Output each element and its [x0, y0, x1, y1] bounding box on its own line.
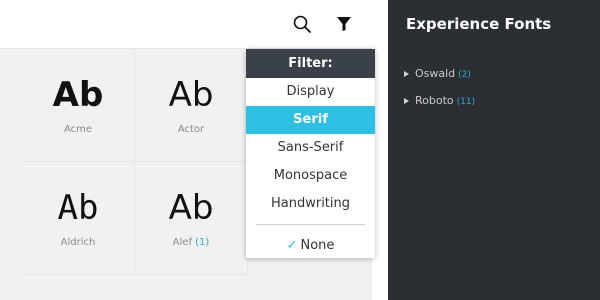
sidebar: Experience Fonts Oswald (2) Roboto (11)	[388, 0, 600, 300]
font-count: (11)	[456, 97, 476, 107]
filter-option-sans-serif[interactable]: Sans-Serif	[246, 134, 375, 162]
filter-option-display[interactable]: Display	[246, 78, 375, 106]
divider	[256, 224, 365, 225]
filter-icon[interactable]	[334, 14, 354, 34]
filter-option-serif[interactable]: Serif	[246, 106, 375, 134]
font-tile[interactable]: Ab Alef (1)	[135, 162, 248, 275]
filter-option-handwriting[interactable]: Handwriting	[246, 190, 375, 218]
sidebar-item-roboto[interactable]: Roboto (11)	[404, 94, 475, 107]
font-sample: Ab	[168, 188, 214, 228]
caret-right-icon	[404, 71, 409, 77]
font-count: (1)	[195, 237, 210, 248]
sidebar-title: Experience Fonts	[406, 15, 552, 33]
font-count: (2)	[458, 70, 471, 80]
font-tile[interactable]: Ab Actor	[135, 49, 248, 162]
font-name: Aldrich	[60, 237, 96, 248]
search-icon[interactable]	[292, 14, 312, 34]
font-sample: Ab	[57, 188, 99, 228]
filter-option-none[interactable]: ✓ None	[246, 233, 375, 259]
font-tile[interactable]: Ab Aldrich	[22, 162, 135, 275]
filter-option-monospace[interactable]: Monospace	[246, 162, 375, 190]
font-sample: Ab	[52, 75, 104, 115]
filter-dropdown: Filter: Display Serif Sans-Serif Monospa…	[246, 49, 375, 258]
font-name: Acme	[63, 124, 93, 135]
caret-right-icon	[404, 98, 409, 104]
toolbar	[0, 0, 388, 49]
font-name: Alef (1)	[172, 237, 210, 248]
font-sample: Ab	[168, 75, 214, 115]
checkmark-icon: ✓	[286, 238, 298, 253]
sidebar-item-oswald[interactable]: Oswald (2)	[404, 67, 471, 80]
font-tile[interactable]: Ab Acme	[22, 49, 135, 162]
font-name: Actor	[177, 124, 205, 135]
filter-header: Filter:	[246, 49, 375, 78]
